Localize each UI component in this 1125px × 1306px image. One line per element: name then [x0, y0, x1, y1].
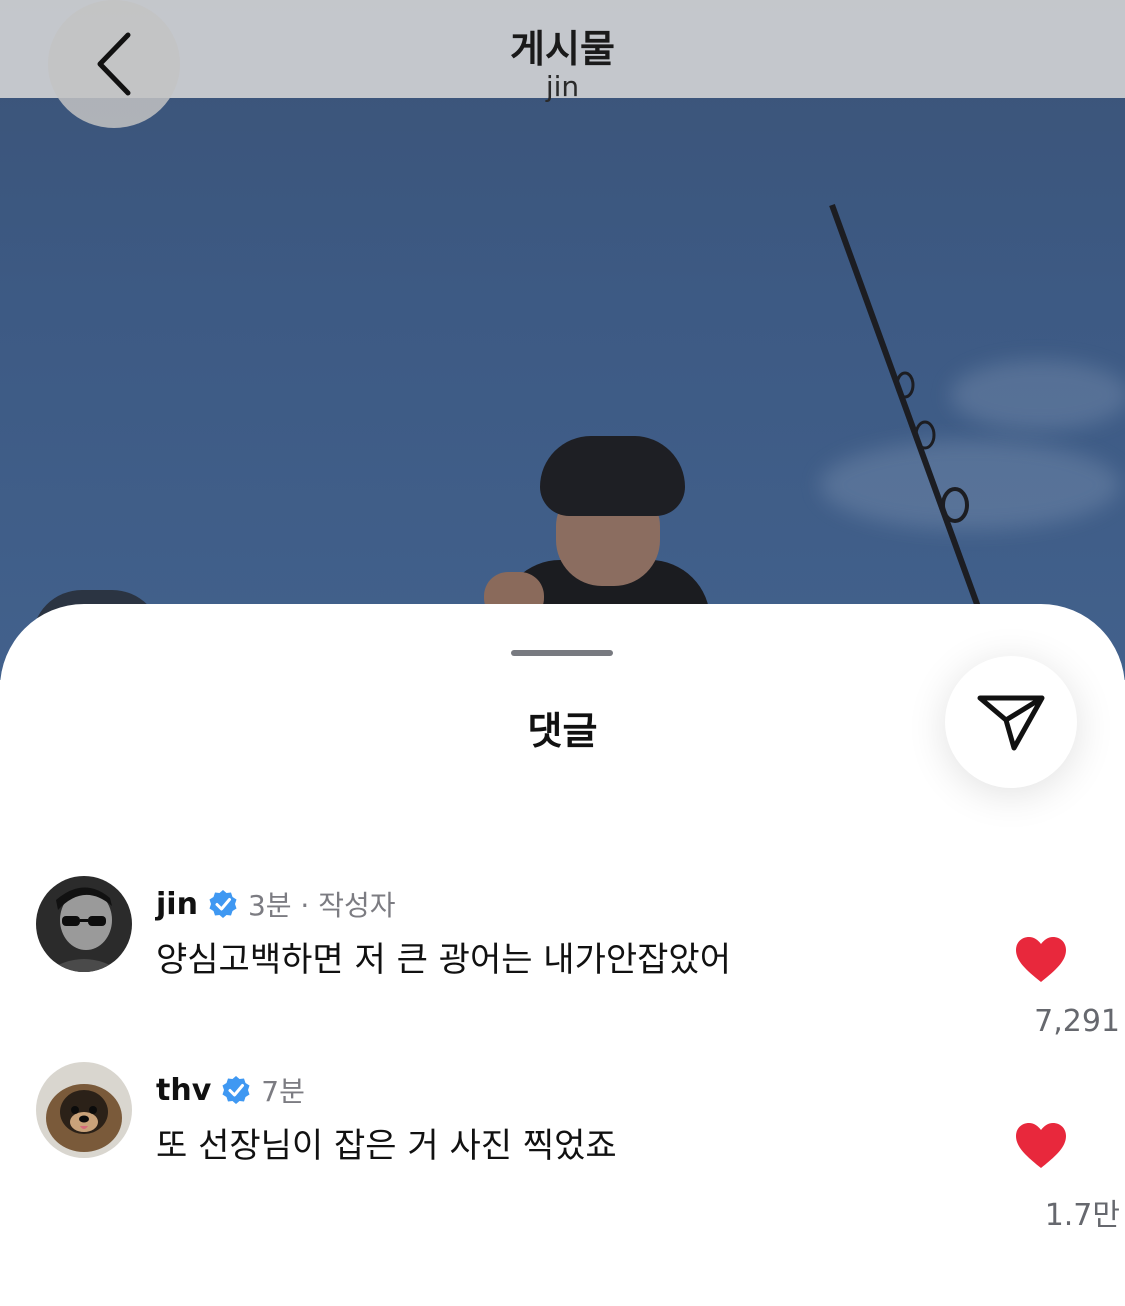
page-subtitle: jin — [545, 70, 580, 103]
avatar[interactable] — [36, 876, 132, 972]
comment-meta: 7분 — [261, 1075, 305, 1108]
avatar-thv — [36, 1062, 132, 1158]
comment-text: 또 선장님이 잡은 거 사진 찍었죠 — [156, 1126, 617, 1166]
sheet-grabber[interactable] — [511, 650, 613, 656]
like-count: 7,291 — [1034, 1004, 1120, 1039]
comment-username[interactable]: jin — [156, 887, 198, 922]
heart-icon[interactable] — [1014, 936, 1068, 984]
avatar[interactable] — [36, 1062, 132, 1158]
verified-badge-icon — [209, 890, 237, 918]
verified-badge-icon — [222, 1076, 250, 1104]
send-icon — [977, 695, 1045, 751]
heart-icon[interactable] — [1014, 1122, 1068, 1170]
like-count: 1.7만 — [1044, 1198, 1120, 1233]
avatar-jin — [36, 876, 132, 972]
comments-sheet: 댓글 jin 3분 · 작성자 양심고백하면 저 큰 광어는 내가안잡았어 7,… — [0, 604, 1125, 1306]
comment-username[interactable]: thv — [156, 1073, 211, 1108]
share-button[interactable] — [945, 656, 1077, 788]
comment-meta: 3분 · 작성자 — [247, 889, 396, 922]
comment-header: jin 3분 · 작성자 — [156, 884, 396, 924]
comment-text: 양심고백하면 저 큰 광어는 내가안잡았어 — [156, 940, 731, 980]
page-title: 게시물 — [510, 27, 615, 71]
comment-header: thv 7분 — [156, 1070, 305, 1110]
